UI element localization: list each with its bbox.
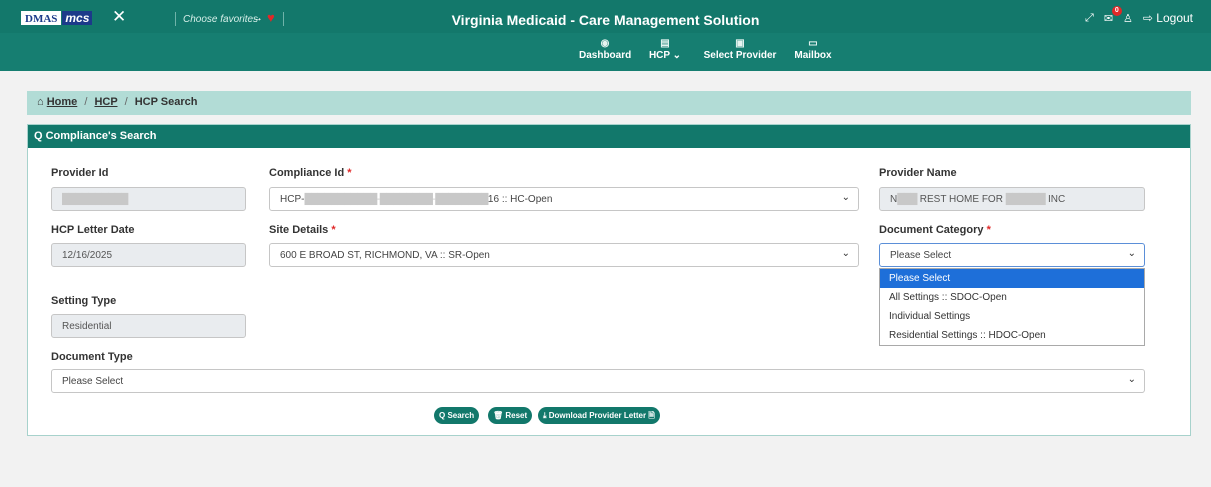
provider-id-field: ██████████ — [51, 187, 246, 211]
option-individual-settings[interactable]: Individual Settings — [880, 307, 1144, 326]
nav-mailbox-label: Mailbox — [794, 50, 832, 61]
user-icon[interactable]: ♙ — [1123, 12, 1133, 25]
chevron-down-icon: ⌄ — [841, 192, 850, 203]
option-residential-settings[interactable]: Residential Settings :: HDOC-Open — [880, 326, 1144, 345]
divider — [175, 12, 176, 26]
site-details-select[interactable]: 600 E BROAD ST, RICHMOND, VA :: SR-Open … — [269, 243, 859, 267]
hcp-letter-date-field: 12/16/2025 — [51, 243, 246, 267]
provider-name-field: N███ REST HOME FOR ██████ INC — [879, 187, 1145, 211]
chevron-down-icon: ⌄ — [841, 248, 850, 259]
app-title: Virginia Medicaid - Care Management Solu… — [451, 12, 760, 28]
mail-icon[interactable]: ✉ 0 — [1103, 5, 1122, 25]
document-category-select[interactable]: Please Select ⌄ — [879, 243, 1145, 267]
dmas-mcs-logo[interactable]: DMAS mcs — [21, 11, 93, 25]
main-nav: ◉ Dashboard ▤ HCP ⌄ ▣ Select Provider ▭ … — [0, 33, 1211, 71]
nav-dashboard-label: Dashboard — [579, 50, 632, 61]
download-provider-letter-button[interactable]: ⤓ Download Provider Letter 🗎 — [538, 407, 660, 424]
required-mark: * — [331, 224, 336, 236]
provider-name-label: Provider Name — [879, 167, 957, 179]
chevron-down-icon: ⌄ — [1127, 248, 1136, 259]
hcp-letter-date-label: HCP Letter Date — [51, 224, 135, 236]
nav-select-provider[interactable]: ▣ Select Provider — [701, 37, 779, 61]
top-bar: DMAS mcs ✕ Choose favorites → ♥ Virginia… — [0, 0, 1211, 33]
nav-select-provider-label: Select Provider — [703, 50, 777, 61]
favorites-label[interactable]: Choose favorites — [183, 14, 258, 25]
nav-mailbox[interactable]: ▭ Mailbox — [791, 37, 835, 61]
search-button[interactable]: Q Search — [434, 407, 480, 424]
home-icon: ⌂ — [37, 96, 44, 108]
heart-icon[interactable]: ♥ — [267, 10, 275, 25]
card-title: Q Compliance's Search — [28, 125, 1190, 148]
compliance-id-label: Compliance Id * — [269, 167, 352, 179]
required-mark: * — [347, 167, 352, 179]
option-all-settings[interactable]: All Settings :: SDOC-Open — [880, 288, 1144, 307]
breadcrumb: ⌂ Home / HCP / HCP Search — [27, 91, 1191, 115]
mcs-logo-text: mcs — [62, 11, 93, 25]
header-actions: ⤢ ✉ 0 ♙ ⇨ Logout — [1085, 5, 1211, 26]
setting-type-label: Setting Type — [51, 295, 117, 307]
reset-button[interactable]: 🗑 Reset — [488, 407, 533, 424]
provider-icon: ▣ — [735, 38, 745, 49]
divider — [283, 12, 284, 26]
hcp-icon: ▤ — [660, 38, 670, 49]
dmas-logo-text: DMAS — [21, 11, 62, 25]
document-category-options: Please Select All Settings :: SDOC-Open … — [879, 268, 1145, 346]
document-type-label: Document Type — [51, 351, 133, 363]
arrow-right-icon[interactable]: → — [252, 12, 263, 24]
breadcrumb-separator: / — [124, 96, 128, 108]
breadcrumb-home[interactable]: Home — [47, 96, 78, 108]
nav-hcp-label: HCP ⌄ — [648, 50, 682, 61]
compliance-id-select[interactable]: HCP-███████████-████████-████████16 :: H… — [269, 187, 859, 211]
setting-type-field: Residential — [51, 314, 246, 338]
dashboard-icon: ◉ — [600, 38, 610, 49]
logout-button[interactable]: ⇨ Logout — [1143, 11, 1193, 25]
nav-dashboard[interactable]: ◉ Dashboard — [579, 37, 631, 61]
close-icon[interactable]: ✕ — [112, 8, 126, 25]
breadcrumb-current: HCP Search — [134, 96, 198, 108]
breadcrumb-separator: / — [84, 96, 88, 108]
chevron-down-icon: ⌄ — [1127, 374, 1136, 385]
mailbox-icon: ▭ — [808, 38, 818, 49]
provider-id-label: Provider Id — [51, 167, 109, 179]
document-type-select[interactable]: Please Select ⌄ — [51, 369, 1145, 393]
envelope-icon: ✉ — [1103, 12, 1114, 25]
site-details-label: Site Details * — [269, 224, 336, 236]
document-category-label: Document Category * — [879, 224, 991, 236]
option-please-select[interactable]: Please Select — [880, 269, 1144, 288]
expand-icon[interactable]: ⤢ — [1085, 12, 1094, 25]
required-mark: * — [986, 224, 991, 236]
nav-hcp[interactable]: ▤ HCP ⌄ — [645, 37, 685, 61]
mail-badge: 0 — [1111, 5, 1122, 16]
breadcrumb-hcp[interactable]: HCP — [94, 96, 117, 108]
